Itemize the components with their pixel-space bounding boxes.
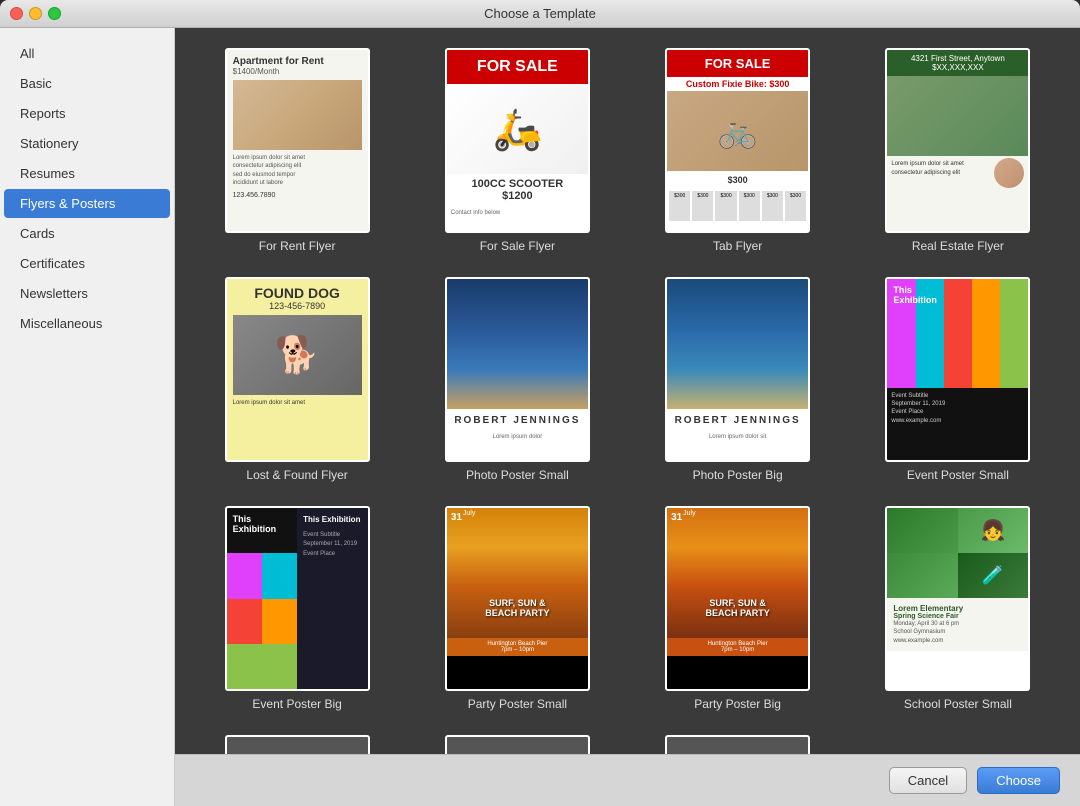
template-item-real-estate[interactable]: 4321 First Street, Anytown$XX,XXX,XXX Lo… [856, 48, 1060, 253]
sidebar-item-cards[interactable]: Cards [4, 219, 170, 248]
sidebar-item-all[interactable]: All [4, 39, 170, 68]
sidebar: AllBasicReportsStationeryResumesFlyers &… [0, 28, 175, 806]
template-item-partial-1[interactable] [415, 735, 619, 754]
template-label-event-poster-big: Event Poster Big [252, 697, 341, 711]
bottom-bar: Cancel Choose [175, 754, 1080, 806]
template-label-photo-poster-small: Photo Poster Small [466, 468, 569, 482]
template-label-school-poster-small: School Poster Small [904, 697, 1012, 711]
sidebar-item-reports[interactable]: Reports [4, 99, 170, 128]
choose-button[interactable]: Choose [977, 767, 1060, 794]
minimize-button[interactable] [29, 7, 42, 20]
template-item-party-poster-big[interactable]: 31 July SURF, SUN &BEACH PARTY Huntingto… [636, 506, 840, 711]
template-label-party-poster-small: Party Poster Small [468, 697, 567, 711]
content-area: Apartment for Rent $1400/Month Lorem ips… [175, 28, 1080, 806]
template-label-tab-flyer: Tab Flyer [713, 239, 762, 253]
title-bar: Choose a Template [0, 0, 1080, 28]
cancel-button[interactable]: Cancel [889, 767, 967, 794]
template-item-event-poster-small[interactable]: ThisExhibition Event SubtitleSeptember 1… [856, 277, 1060, 482]
template-item-event-poster-big[interactable]: ThisExhibition This Exhibition Event Sub… [195, 506, 399, 711]
sidebar-item-newsletters[interactable]: Newsletters [4, 279, 170, 308]
template-item-for-rent[interactable]: Apartment for Rent $1400/Month Lorem ips… [195, 48, 399, 253]
template-label-party-poster-big: Party Poster Big [694, 697, 781, 711]
template-label-event-poster-small: Event Poster Small [907, 468, 1009, 482]
sidebar-item-stationery[interactable]: Stationery [4, 129, 170, 158]
sidebar-item-basic[interactable]: Basic [4, 69, 170, 98]
sidebar-item-resumes[interactable]: Resumes [4, 159, 170, 188]
template-item-school-poster-small[interactable]: 👧 🧪 Lorem Elementary Spring Science Fair… [856, 506, 1060, 711]
maximize-button[interactable] [48, 7, 61, 20]
template-item-party-poster-small[interactable]: 31 July SURF, SUN &BEACH PARTY Huntingto… [415, 506, 619, 711]
sidebar-item-flyers-posters[interactable]: Flyers & Posters [4, 189, 170, 218]
template-item-lost-found[interactable]: FOUND DOG 123-456-7890 🐕 Lorem ipsum dol… [195, 277, 399, 482]
close-button[interactable] [10, 7, 23, 20]
template-item-photo-poster-big[interactable]: ROBERT JENNINGS Lorem ipsum dolor sit Ph… [636, 277, 840, 482]
sidebar-item-miscellaneous[interactable]: Miscellaneous [4, 309, 170, 338]
window-title: Choose a Template [484, 6, 596, 21]
template-item-photo-poster-small[interactable]: ROBERT JENNINGS Lorem ipsum dolor Photo … [415, 277, 619, 482]
template-item-partial-0[interactable] [195, 735, 399, 754]
templates-grid: Apartment for Rent $1400/Month Lorem ips… [175, 28, 1080, 754]
template-item-partial-2[interactable] [636, 735, 840, 754]
template-item-for-sale[interactable]: FOR SALE 🛵 100CC SCOOTER$1200 Contact in… [415, 48, 619, 253]
template-item-tab-flyer[interactable]: FOR SALE Custom Fixie Bike: $300 🚲 $300 … [636, 48, 840, 253]
window-controls[interactable] [10, 7, 61, 20]
template-label-for-sale: For Sale Flyer [480, 239, 555, 253]
main-container: AllBasicReportsStationeryResumesFlyers &… [0, 28, 1080, 806]
template-label-photo-poster-big: Photo Poster Big [693, 468, 783, 482]
template-label-real-estate: Real Estate Flyer [912, 239, 1004, 253]
template-label-for-rent: For Rent Flyer [259, 239, 336, 253]
sidebar-item-certificates[interactable]: Certificates [4, 249, 170, 278]
template-label-lost-found: Lost & Found Flyer [246, 468, 347, 482]
